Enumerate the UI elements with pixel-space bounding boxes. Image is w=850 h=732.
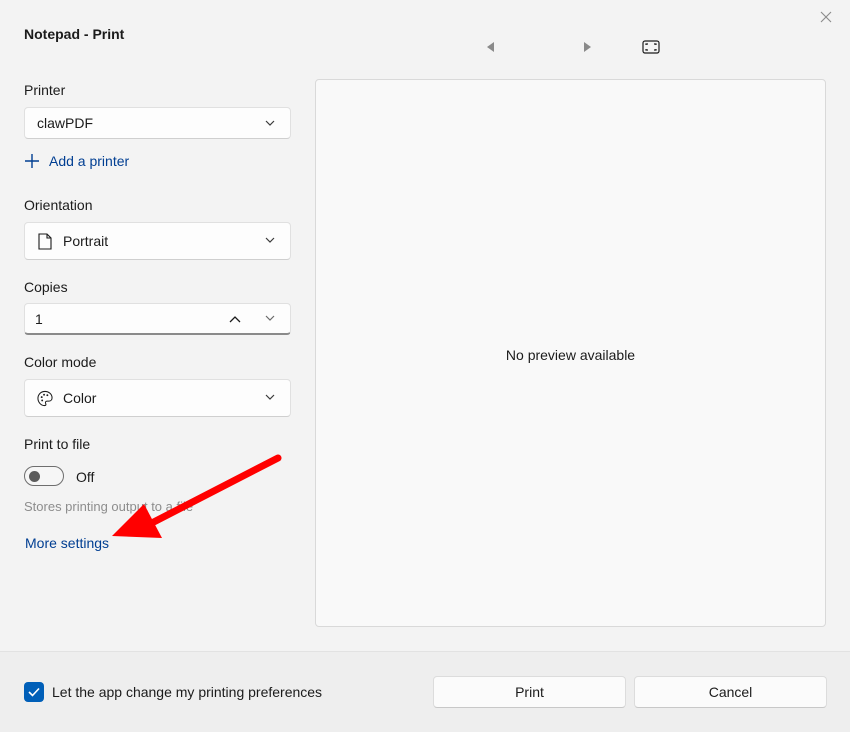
copies-value: 1: [35, 311, 43, 327]
chevron-down-icon: [265, 237, 275, 243]
copies-stepper[interactable]: 1: [24, 303, 291, 335]
checkmark-icon: [28, 687, 40, 697]
print-to-file-toggle[interactable]: [24, 466, 64, 486]
orientation-value: Portrait: [63, 233, 109, 249]
close-icon[interactable]: [816, 8, 836, 26]
cancel-button[interactable]: Cancel: [634, 676, 827, 708]
palette-icon: [37, 389, 53, 407]
add-printer-label: Add a printer: [49, 153, 130, 169]
printer-label: Printer: [24, 82, 66, 98]
annotation-arrow: [112, 454, 282, 538]
fit-page-icon[interactable]: [642, 40, 660, 54]
toggle-state-label: Off: [76, 469, 95, 485]
toggle-knob: [29, 471, 40, 482]
preview-message: No preview available: [505, 347, 636, 363]
preferences-checkbox[interactable]: [24, 682, 44, 702]
color-mode-select[interactable]: Color: [24, 379, 291, 417]
plus-icon: [25, 154, 39, 168]
print-to-file-label: Print to file: [24, 436, 91, 452]
chevron-down-icon: [265, 120, 275, 126]
color-mode-label: Color mode: [24, 354, 97, 370]
add-printer-link[interactable]: Add a printer: [24, 153, 129, 169]
printer-value: clawPDF: [37, 115, 94, 131]
more-settings-link[interactable]: More settings: [25, 535, 109, 551]
printer-select[interactable]: clawPDF: [24, 107, 291, 139]
chevron-down-icon: [265, 394, 275, 400]
orientation-label: Orientation: [24, 197, 93, 213]
print-preview-pane: No preview available: [315, 79, 826, 627]
print-button[interactable]: Print: [433, 676, 626, 708]
dialog-title: Notepad - Print: [24, 26, 125, 42]
copies-label: Copies: [24, 279, 68, 295]
chevron-down-icon[interactable]: [264, 312, 276, 324]
orientation-select[interactable]: Portrait: [24, 222, 291, 260]
chevron-up-icon[interactable]: [228, 312, 242, 326]
document-icon: [37, 232, 53, 250]
preferences-checkbox-label: Let the app change my printing preferenc…: [52, 684, 323, 700]
triangle-left-icon[interactable]: [484, 40, 498, 54]
triangle-right-icon[interactable]: [580, 40, 594, 54]
color-mode-value: Color: [63, 390, 97, 406]
